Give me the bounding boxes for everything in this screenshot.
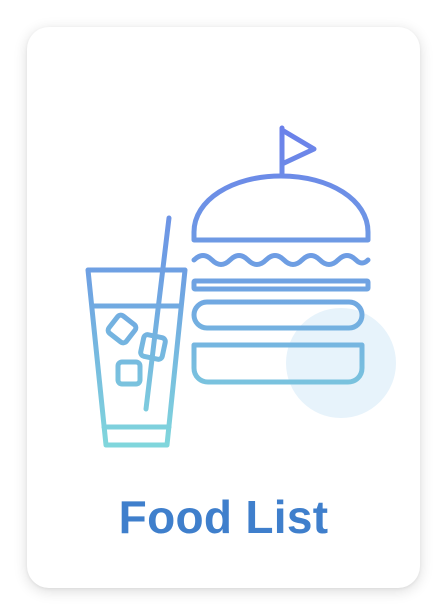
card-title: Food List [118, 491, 329, 543]
food-list-card[interactable]: Food List [27, 27, 420, 588]
top-bun [191, 173, 371, 243]
straw [143, 215, 172, 412]
flag-icon [279, 125, 317, 179]
ice-cube [105, 312, 139, 346]
burger-and-drink-icon [85, 125, 396, 448]
highlight-circle [286, 308, 396, 418]
lettuce [191, 253, 371, 267]
glass [85, 267, 188, 448]
cheese [191, 278, 371, 292]
ice-cube [115, 359, 143, 387]
food-illustration [27, 27, 420, 477]
